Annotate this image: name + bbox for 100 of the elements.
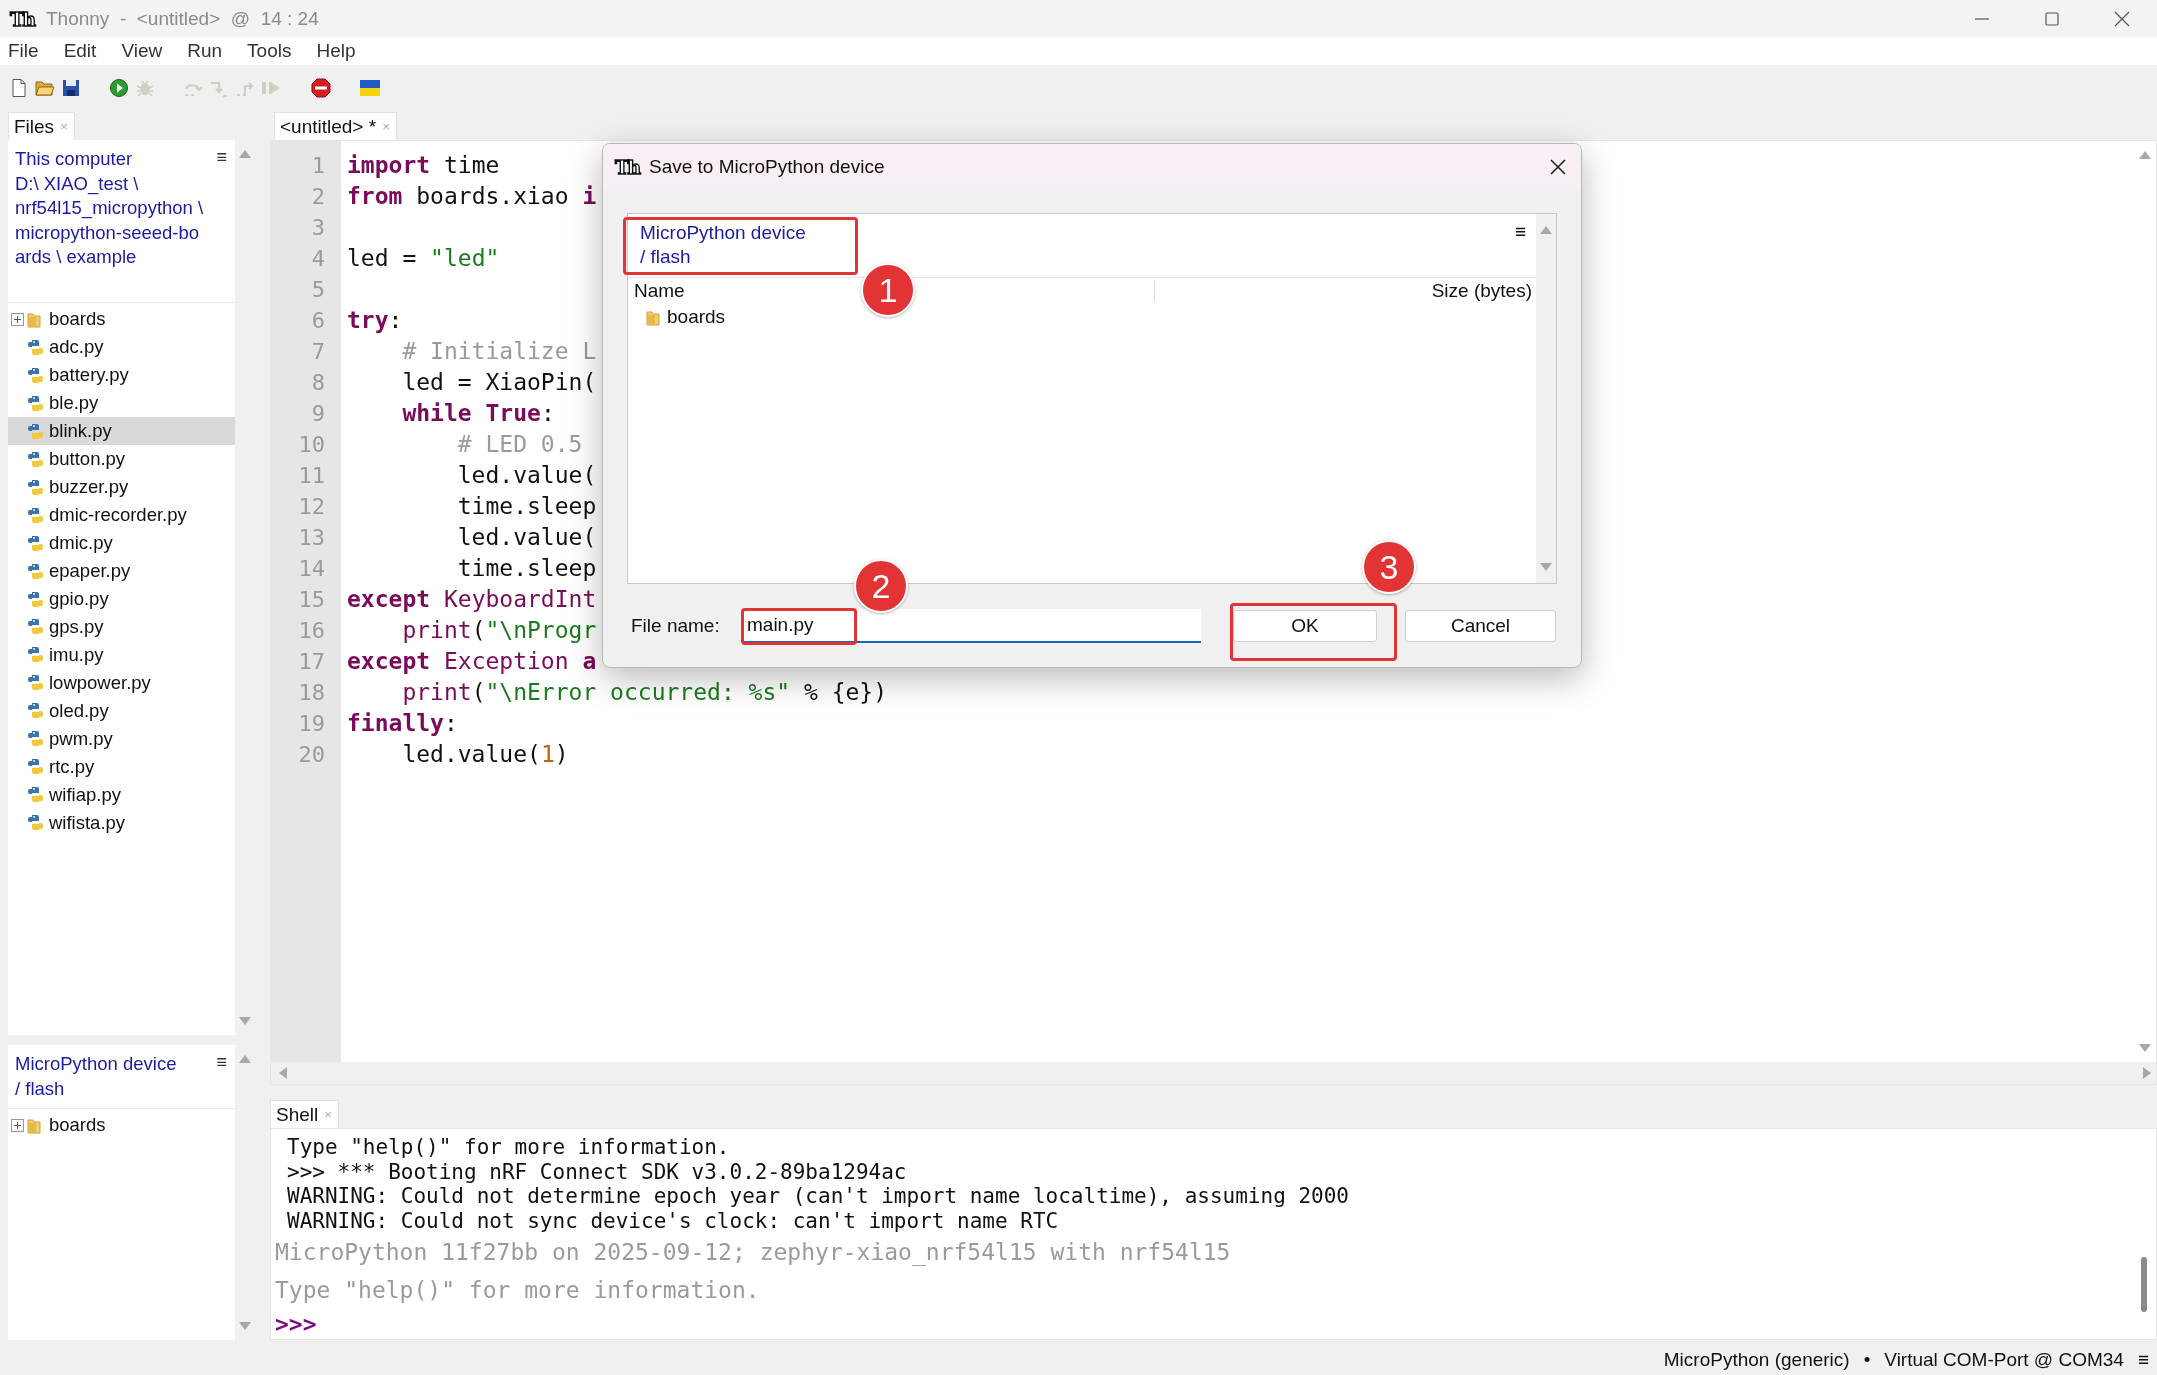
file-icon [27, 730, 44, 748]
line-number: 11 [297, 462, 326, 490]
tree-item[interactable]: button.py [8, 448, 235, 470]
tree-item[interactable]: dmic-recorder.py [8, 504, 235, 526]
tree-item[interactable]: blink.py [8, 417, 235, 446]
expand-icon[interactable] [11, 312, 24, 326]
tree-item[interactable]: gpio.py [8, 588, 235, 610]
column-header: Name [634, 280, 685, 301]
expand-icon[interactable] [11, 1118, 24, 1132]
tree-item[interactable]: oled.py [8, 700, 235, 722]
file-icon [27, 674, 44, 692]
port-label[interactable]: Virtual COM-Port @ COM34 [1884, 1349, 2124, 1371]
line-number: 8 [310, 369, 326, 397]
shell-line: Type "help()" for more information. [286, 1135, 731, 1160]
stop-sign-icon[interactable] [311, 77, 331, 98]
scroll-down-icon[interactable] [239, 1017, 251, 1025]
code-line: # Initialize L [401, 337, 597, 366]
tree-item[interactable]: rtc.py [8, 756, 235, 778]
tree-item[interactable]: ble.py [8, 392, 235, 414]
menu-item[interactable]: File [8, 40, 39, 62]
location-path[interactable]: MicroPython device / flash [15, 1052, 177, 1101]
tree-item[interactable]: boards [8, 1115, 235, 1136]
file-icon [27, 590, 44, 608]
cancel-button[interactable]: Cancel [1405, 610, 1556, 642]
file-icon [27, 478, 44, 496]
menu-icon[interactable]: ≡ [2137, 1349, 2149, 1371]
line-number: 7 [310, 338, 326, 366]
panel-tab[interactable]: Files × [8, 112, 75, 140]
menu-item[interactable]: Run [187, 40, 223, 62]
line-number: 20 [297, 741, 326, 769]
tree-item[interactable]: adc.py [8, 337, 235, 358]
menu-item[interactable]: Tools [247, 40, 292, 62]
tree-item[interactable]: pwm.py [8, 728, 235, 750]
shell-prompt: >>> [274, 1310, 318, 1339]
code-line: time.sleep [456, 554, 597, 583]
tree-item[interactable]: wifiap.py [8, 784, 235, 806]
field-label: File name: [631, 615, 721, 637]
menu-icon[interactable]: ≡ [1514, 221, 1526, 243]
code-line: except Exception a [347, 647, 597, 676]
code-line: except KeyboardInt [347, 585, 597, 614]
menu-item[interactable]: Help [316, 40, 356, 62]
code-line: led.value( [456, 523, 597, 552]
file-icon [27, 338, 44, 356]
tree-item[interactable]: dmic.py [8, 532, 235, 554]
scroll-up-icon[interactable] [239, 150, 251, 158]
tree-item[interactable]: lowpower.py [8, 672, 235, 694]
scroll-down-icon[interactable] [1540, 563, 1552, 571]
location-path[interactable]: This computer D:\ XIAO_test \ nrf54l15_micropython \ micropython-seeed-bo ards \ example [15, 147, 204, 270]
file-icon [27, 366, 44, 384]
tree-item[interactable]: boards [8, 309, 235, 330]
tree-item[interactable]: imu.py [8, 644, 235, 666]
line-number: 17 [297, 648, 326, 676]
line-number: 12 [297, 493, 326, 521]
file-name-field[interactable]: main.py [743, 609, 1201, 643]
tree-item[interactable]: epaper.py [8, 560, 235, 582]
interpreter-label[interactable]: MicroPython (generic) [1663, 1349, 1850, 1371]
code-line: led.value( [456, 461, 597, 490]
tree-item[interactable]: gps.py [8, 616, 235, 638]
scroll-up-icon[interactable] [2139, 151, 2151, 159]
folder-icon [27, 310, 41, 328]
tree-item[interactable]: wifista.py [8, 812, 235, 834]
scroll-up-icon[interactable] [239, 1055, 251, 1063]
scrollbar-thumb[interactable] [2141, 1257, 2147, 1312]
panel-tab[interactable]: Shell × [270, 1100, 339, 1128]
menu-item[interactable]: Edit [63, 40, 97, 62]
column-header: Size (bytes) [1431, 280, 1532, 302]
shell-line: WARNING: Could not sync device's clock: can't import name RTC [286, 1208, 1060, 1233]
folder-icon [646, 308, 660, 326]
play-icon[interactable] [109, 77, 129, 98]
tree-item[interactable]: buzzer.py [8, 476, 235, 498]
code-line: led = "led" [347, 244, 500, 273]
code-line: print("\nProgr [401, 616, 597, 645]
code-line: finally: [347, 709, 458, 738]
tree-item[interactable]: battery.py [8, 364, 235, 386]
scroll-down-icon[interactable] [2139, 1044, 2151, 1052]
scroll-right-icon[interactable] [2143, 1067, 2151, 1079]
flag-icon[interactable] [359, 77, 381, 98]
scroll-up-icon[interactable] [1540, 226, 1552, 234]
code-line: while True: [401, 399, 555, 428]
app-logo: Th [10, 7, 34, 30]
code-line: print("\nError occurred: %s" % {e}) [401, 678, 888, 707]
location-path[interactable]: MicroPython device / flash [640, 221, 806, 269]
scroll-left-icon[interactable] [279, 1067, 287, 1079]
shell-line: Type "help()" for more information. [274, 1276, 761, 1305]
scroll-down-icon[interactable] [239, 1322, 251, 1330]
menu-item[interactable]: View [121, 40, 163, 62]
panel-tab[interactable]: <untitled> * × [274, 112, 397, 140]
menu-icon[interactable]: ≡ [216, 147, 227, 167]
code-line: time.sleep [456, 492, 597, 521]
code-line: import time [347, 151, 500, 180]
page-icon[interactable] [9, 77, 29, 98]
line-number: 9 [310, 400, 326, 428]
menu-icon[interactable]: ≡ [216, 1052, 227, 1072]
app-logo: Th [615, 156, 639, 178]
file-icon [27, 534, 44, 552]
line-number: 19 [297, 710, 326, 738]
file-icon [27, 562, 44, 580]
code-line: try: [347, 306, 403, 335]
code-line: from boards.xiao i [347, 182, 597, 211]
ok-button[interactable]: OK [1233, 610, 1377, 642]
